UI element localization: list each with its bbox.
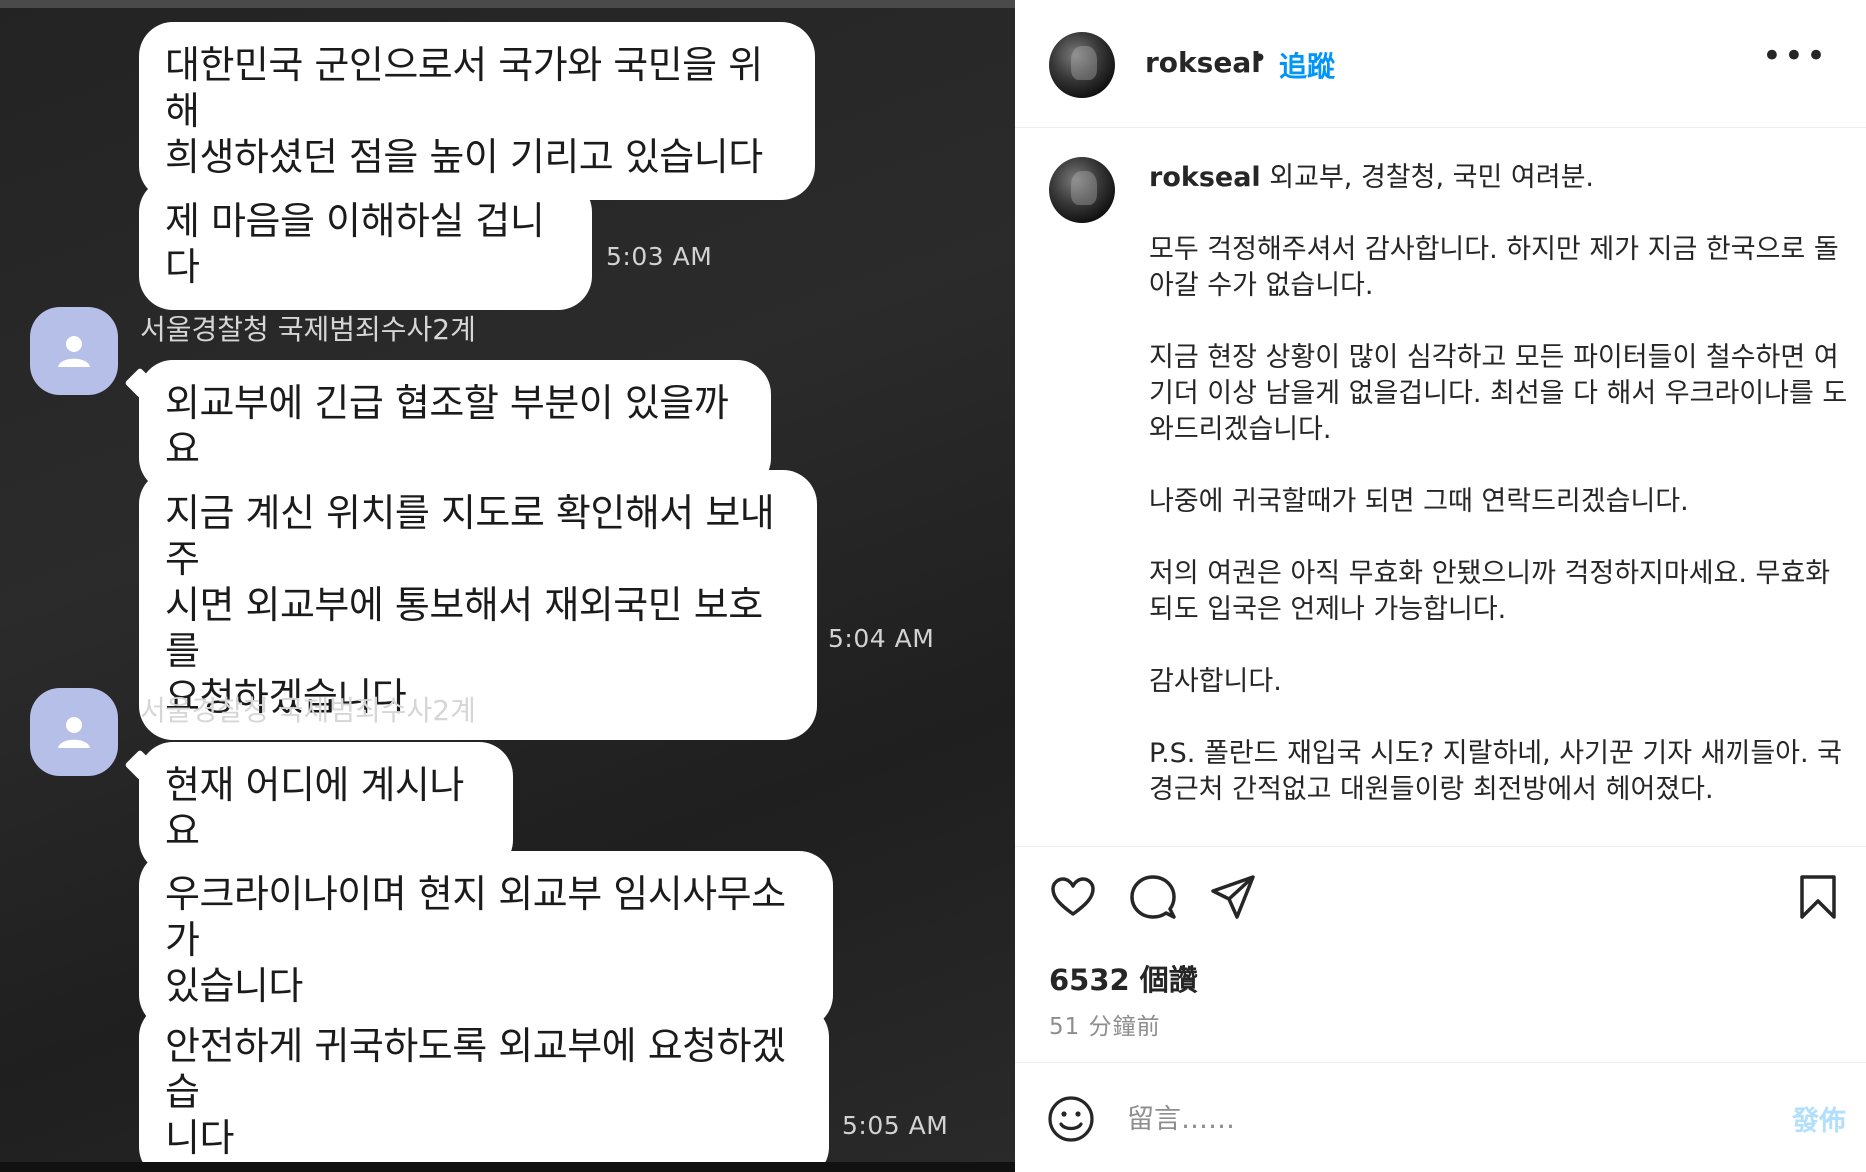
comment-bar: 發佈 <box>1015 1062 1866 1172</box>
sender-name: 서울경찰청 국제범죄수사2계 <box>140 694 476 727</box>
comment-icon[interactable] <box>1129 873 1177 921</box>
sender-avatar <box>30 688 118 776</box>
caption-first-line: 외교부, 경찰청, 국민 여려분. <box>1269 162 1595 193</box>
message-time: 5:03 AM <box>606 242 713 271</box>
sender-name: 서울경찰청 국제범죄수사2계 <box>140 313 476 346</box>
caption-avatar[interactable] <box>1049 157 1115 223</box>
profile-avatar[interactable] <box>1049 32 1115 98</box>
post-panel: rokseal • 追蹤 ••• rokseal 외교부, 경찰청, 국민 여려… <box>1015 0 1866 1172</box>
likes-count[interactable]: 6532 個讚 <box>1049 957 1198 999</box>
message-time: 5:04 AM <box>828 624 935 653</box>
more-options-icon[interactable]: ••• <box>1762 36 1828 76</box>
caption-paragraph: P.S. 폴란드 재입국 시도? 지랄하네, 사기꾼 기자 새끼들아. 국경근처… <box>1149 738 1843 805</box>
person-icon <box>58 717 90 748</box>
header-username[interactable]: rokseal <box>1145 46 1261 79</box>
sender-avatar <box>30 307 118 395</box>
share-icon[interactable] <box>1209 873 1257 921</box>
chat-bubble: 안전하게 귀국하도록 외교부에 요청하겠습 니다 <box>139 1003 829 1172</box>
separator-dot: • <box>1252 44 1268 74</box>
post-header: rokseal • 追蹤 ••• <box>1015 0 1866 128</box>
caption-paragraph: 저의 여권은 아직 무효화 안됐으니까 걱정하지마세요. 무효화되도 입국은 언… <box>1149 558 1831 625</box>
caption-username[interactable]: rokseal <box>1149 162 1261 193</box>
heart-icon[interactable] <box>1049 873 1097 921</box>
message-time: 5:05 AM <box>842 1111 949 1140</box>
chat-bubble: 대한민국 군인으로서 국가와 국민을 위해 희생하셨던 점을 높이 기리고 있습… <box>139 22 815 200</box>
caption-paragraph: 감사합니다. <box>1149 666 1282 697</box>
caption-paragraph: 지금 현장 상황이 많이 심각하고 모든 파이터들이 철수하면 여기더 이상 남… <box>1149 342 1848 445</box>
caption-paragraph: 모두 걱정해주셔서 감사합니다. 하지만 제가 지금 한국으로 돌아갈 수가 없… <box>1149 234 1839 301</box>
caption-paragraph: 나중에 귀국할때가 되면 그때 연락드리겠습니다. <box>1149 486 1689 517</box>
follow-button[interactable]: 追蹤 <box>1279 45 1335 85</box>
person-icon <box>58 336 90 367</box>
post-caption: rokseal 외교부, 경찰청, 국민 여려분. 모두 걱정해주셔서 감사합니… <box>1149 160 1849 844</box>
comment-input[interactable] <box>1127 1097 1687 1141</box>
post-time-ago: 51 分鐘前 <box>1049 1014 1161 1040</box>
emoji-icon[interactable] <box>1047 1095 1095 1143</box>
bookmark-icon[interactable] <box>1794 873 1842 921</box>
post-actions: 6532 個讚 51 分鐘前 <box>1015 846 1866 1062</box>
chat-screenshot: 대한민국 군인으로서 국가와 국민을 위해 희생하셨던 점을 높이 기리고 있습… <box>0 0 1015 1172</box>
post-comment-button[interactable]: 發佈 <box>1792 1099 1846 1138</box>
chat-bubble: 제 마음을 이해하실 겁니다 <box>139 178 592 310</box>
